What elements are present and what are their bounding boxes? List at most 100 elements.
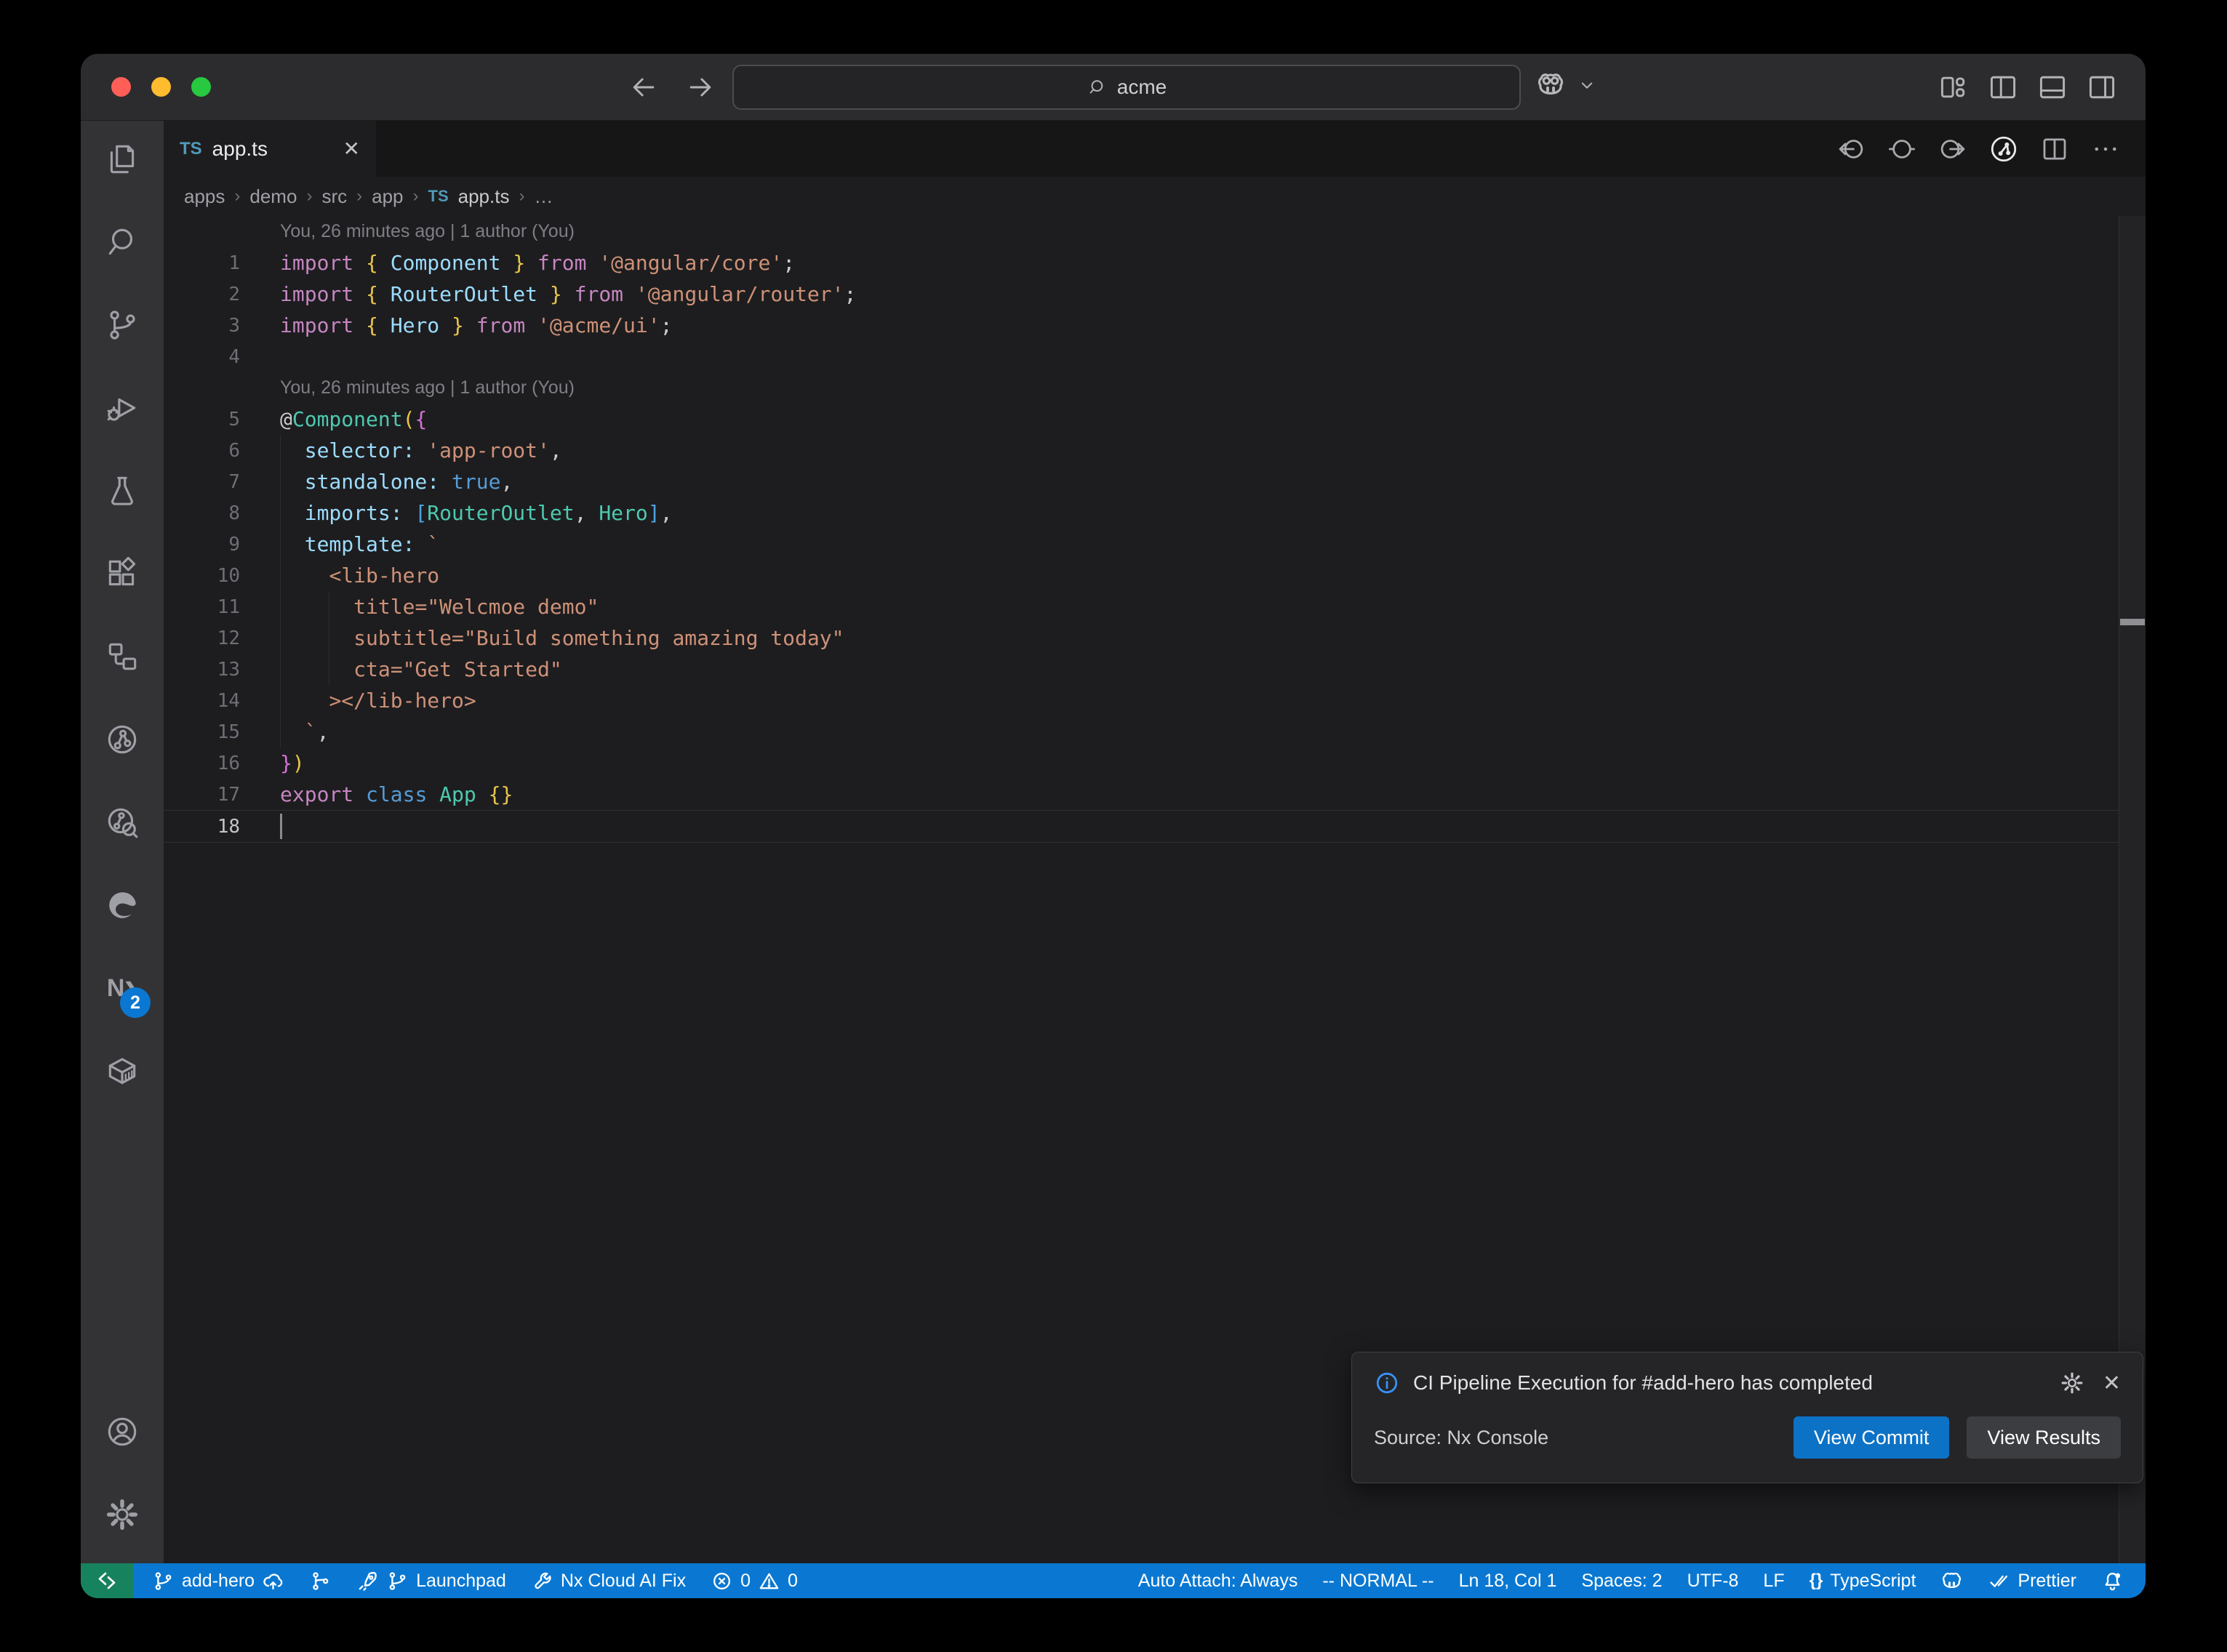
- previous-change-icon[interactable]: [1836, 134, 1866, 164]
- source-control-icon[interactable]: [88, 291, 156, 359]
- eol-status[interactable]: LF: [1763, 1571, 1784, 1592]
- problems-indicator[interactable]: 0 0: [711, 1570, 798, 1592]
- language-mode[interactable]: {} TypeScript: [1810, 1571, 1916, 1592]
- notifications-bell[interactable]: [2101, 1570, 2124, 1592]
- chevron-down-icon[interactable]: [1576, 74, 1598, 96]
- command-center-search[interactable]: acme: [732, 65, 1521, 110]
- remote-indicator[interactable]: [81, 1563, 133, 1598]
- next-change-icon[interactable]: [1938, 134, 1968, 164]
- branch-indicator[interactable]: add-hero: [152, 1570, 284, 1592]
- code-text: }): [280, 747, 305, 779]
- line-number: 2: [164, 284, 240, 305]
- code-line: 10 <lib-hero: [164, 560, 2146, 591]
- line-number: 6: [164, 440, 240, 462]
- commit-graph-status[interactable]: [309, 1570, 332, 1592]
- nx-console-icon[interactable]: N❯ 2: [88, 954, 156, 1022]
- code-line: 3 import { Hero } from '@acme/ui';: [164, 310, 2146, 341]
- code-line: 6 selector: 'app-root',: [164, 435, 2146, 466]
- indent-guide: [280, 716, 281, 747]
- nav-forward-icon[interactable]: [684, 71, 716, 103]
- code-line: 13 cta="Get Started": [164, 654, 2146, 685]
- breadcrumb-item[interactable]: demo: [249, 185, 297, 208]
- code-line: 8 imports: [RouterOutlet, Hero],: [164, 497, 2146, 529]
- activity-bar: N❯ 2: [81, 121, 164, 1563]
- notification-title: CI Pipeline Execution for #add-hero has …: [1413, 1371, 2046, 1395]
- extensions-icon[interactable]: [88, 540, 156, 608]
- encoding-status[interactable]: UTF-8: [1687, 1571, 1739, 1592]
- tab-close-icon[interactable]: ✕: [343, 137, 360, 161]
- line-number: 17: [164, 784, 240, 806]
- breadcrumb-item[interactable]: app.ts: [458, 185, 510, 208]
- vscode-window: acme: [81, 54, 2146, 1598]
- indent-guide: [280, 529, 281, 560]
- container-icon[interactable]: [88, 1037, 156, 1105]
- code-line: 16}): [164, 747, 2146, 779]
- copilot-icon[interactable]: [1535, 70, 1566, 100]
- commit-graph-icon[interactable]: [1988, 134, 2019, 164]
- explorer-icon[interactable]: [88, 125, 156, 193]
- search-sidebar-icon[interactable]: [88, 208, 156, 276]
- vim-mode-indicator[interactable]: -- NORMAL --: [1322, 1571, 1434, 1592]
- breadcrumb-item[interactable]: …: [534, 185, 553, 208]
- notification-gear-icon[interactable]: [2059, 1370, 2085, 1396]
- line-number: 18: [164, 816, 240, 838]
- account-icon[interactable]: [88, 1398, 156, 1466]
- testing-icon[interactable]: [88, 457, 156, 525]
- code-line: 12 subtitle="Build something amazing tod…: [164, 622, 2146, 654]
- nx-cloud-ai-fix[interactable]: Nx Cloud AI Fix: [531, 1570, 686, 1592]
- wrench-icon: [531, 1570, 553, 1592]
- breadcrumb-item[interactable]: src: [321, 185, 347, 208]
- breadcrumb-item[interactable]: apps: [184, 185, 225, 208]
- error-icon: [711, 1570, 733, 1592]
- code-area: You, 26 minutes ago | 1 author (You)1imp…: [164, 216, 2146, 843]
- tab-app-ts[interactable]: TS app.ts ✕: [164, 121, 376, 177]
- close-window-button[interactable]: [111, 77, 131, 97]
- code-line: 14 ></lib-hero>: [164, 685, 2146, 716]
- commit-graph-icon: [309, 1570, 332, 1592]
- cursor-position[interactable]: Ln 18, Col 1: [1459, 1571, 1557, 1592]
- edge-devtools-icon[interactable]: [88, 871, 156, 939]
- code-text: import { Hero } from '@acme/ui';: [280, 310, 672, 341]
- code-line: 9 template: `: [164, 529, 2146, 560]
- warning-icon: [758, 1570, 780, 1592]
- code-text: cta="Get Started": [280, 654, 562, 685]
- customize-layout-icon[interactable]: [1938, 71, 1970, 103]
- split-editor-icon[interactable]: [2039, 134, 2070, 164]
- notification-close-icon[interactable]: ✕: [2103, 1371, 2121, 1396]
- breadcrumb-item[interactable]: app: [372, 185, 403, 208]
- info-icon: [1374, 1370, 1400, 1396]
- zoom-window-button[interactable]: [191, 77, 211, 97]
- chevron-right-icon: ›: [413, 186, 419, 206]
- hierarchy-icon[interactable]: [88, 622, 156, 691]
- line-number: 16: [164, 753, 240, 774]
- typescript-file-icon: TS: [428, 187, 449, 206]
- launchpad-status[interactable]: Launchpad: [356, 1570, 506, 1592]
- copilot-status[interactable]: [1940, 1570, 1963, 1592]
- prettier-status[interactable]: Prettier: [1988, 1570, 2076, 1592]
- run-debug-icon[interactable]: [88, 374, 156, 442]
- cloud-upload-icon: [262, 1570, 284, 1592]
- code-text: export class App {}: [280, 779, 513, 810]
- open-changes-icon[interactable]: [1887, 134, 1917, 164]
- code-text: subtitle="Build something amazing today": [280, 622, 844, 654]
- gitlens-inspect-icon[interactable]: [88, 788, 156, 857]
- toggle-secondary-sidebar-icon[interactable]: [2086, 71, 2118, 103]
- indentation-status[interactable]: Spaces: 2: [1581, 1571, 1662, 1592]
- line-number: 15: [164, 721, 240, 743]
- settings-gear-icon[interactable]: [88, 1480, 156, 1549]
- code-text: `,: [280, 716, 329, 747]
- auto-attach-status[interactable]: Auto Attach: Always: [1138, 1571, 1298, 1592]
- nav-back-icon[interactable]: [628, 71, 660, 103]
- code-text: template: `: [280, 529, 439, 560]
- line-number: 3: [164, 315, 240, 337]
- minimize-window-button[interactable]: [151, 77, 171, 97]
- more-actions-icon[interactable]: [2090, 134, 2121, 164]
- toggle-panel-icon[interactable]: [2036, 71, 2068, 103]
- view-commit-button[interactable]: View Commit: [1794, 1416, 1950, 1459]
- git-branch-icon: [152, 1570, 175, 1592]
- gitlens-icon[interactable]: [88, 705, 156, 774]
- code-line: 11 title="Welcmoe demo": [164, 591, 2146, 622]
- view-results-button[interactable]: View Results: [1967, 1416, 2121, 1459]
- toggle-primary-sidebar-icon[interactable]: [1987, 71, 2019, 103]
- overview-ruler-marker: [2120, 619, 2145, 625]
